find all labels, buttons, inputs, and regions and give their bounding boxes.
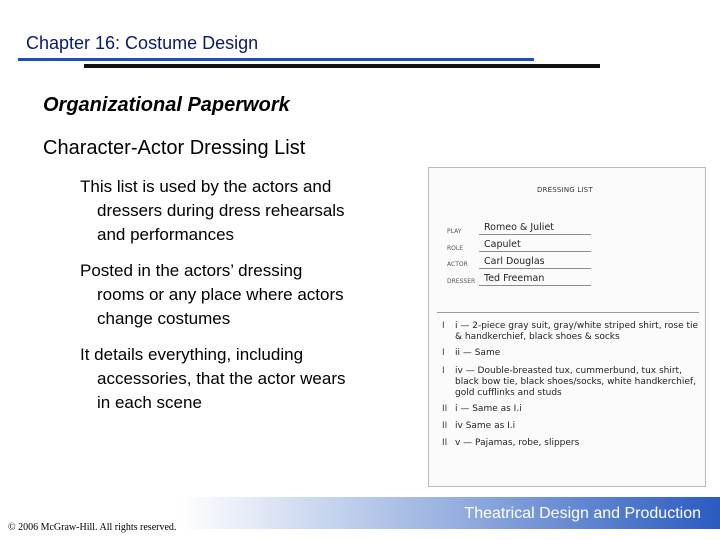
field-value-play: Romeo & Juliet xyxy=(484,222,555,233)
scene-entry: ii — Same xyxy=(455,348,501,358)
field-label-dresser: DRESSER xyxy=(447,278,476,285)
act-marker: II xyxy=(442,438,448,448)
title-rule-blue xyxy=(18,58,534,61)
section-divider xyxy=(437,312,699,313)
dressing-list-image: DRESSING LIST PLAY Romeo & Juliet ROLE C… xyxy=(428,167,706,487)
act-marker: II xyxy=(442,404,448,414)
field-label-actor: ACTOR xyxy=(447,261,468,268)
field-underline xyxy=(479,285,591,286)
bullet-item: This list is used by the actors and dres… xyxy=(80,175,400,247)
bullet-line: rooms or any place where actors xyxy=(97,285,344,304)
bullet-line: accessories, that the actor wears xyxy=(97,369,346,388)
act-marker: I xyxy=(442,348,445,358)
act-marker: I xyxy=(442,366,445,376)
slide-subheading: Character-Actor Dressing List xyxy=(43,137,306,159)
scene-entry: iv Same as I.i xyxy=(455,421,516,431)
copyright-notice: © 2006 McGraw-Hill. All rights reserved. xyxy=(8,522,177,533)
scene-entry: v — Pajamas, robe, slippers xyxy=(455,438,580,448)
scene-entry: iv — Double-breasted tux, cummerbund, tu… xyxy=(455,366,696,398)
field-label-play: PLAY xyxy=(447,228,462,235)
act-marker: I xyxy=(442,321,445,331)
scene-entry: i — 2-piece gray suit, gray/white stripe… xyxy=(455,321,699,342)
field-value-dresser: Ted Freeman xyxy=(484,273,545,284)
bullet-line: This list is used by the actors and xyxy=(80,177,332,196)
chapter-title: Chapter 16: Costume Design xyxy=(26,33,259,53)
field-value-actor: Carl Douglas xyxy=(484,256,545,267)
bullet-line: Posted in the actors’ dressing xyxy=(80,261,303,280)
field-underline xyxy=(479,234,591,235)
field-underline xyxy=(479,251,591,252)
field-label-role: ROLE xyxy=(447,245,464,252)
book-title: Theatrical Design and Production xyxy=(464,505,701,522)
bullet-line: in each scene xyxy=(97,393,202,412)
title-rule-black xyxy=(84,64,600,68)
dressing-list-title: DRESSING LIST xyxy=(537,186,593,194)
field-value-role: Capulet xyxy=(484,239,521,250)
bullet-line: change costumes xyxy=(97,309,231,328)
scene-entry: i — Same as I.i xyxy=(455,404,522,414)
bullet-item: It details everything, including accesso… xyxy=(80,343,400,415)
act-marker: II xyxy=(442,421,448,431)
slide-heading: Organizational Paperwork xyxy=(43,94,290,116)
bullet-line: dressers during dress rehearsals xyxy=(97,201,345,220)
bullet-line: It details everything, including xyxy=(80,345,304,364)
field-underline xyxy=(479,268,591,269)
bullet-line: and performances xyxy=(97,225,235,244)
bullet-item: Posted in the actors’ dressing rooms or … xyxy=(80,259,400,331)
